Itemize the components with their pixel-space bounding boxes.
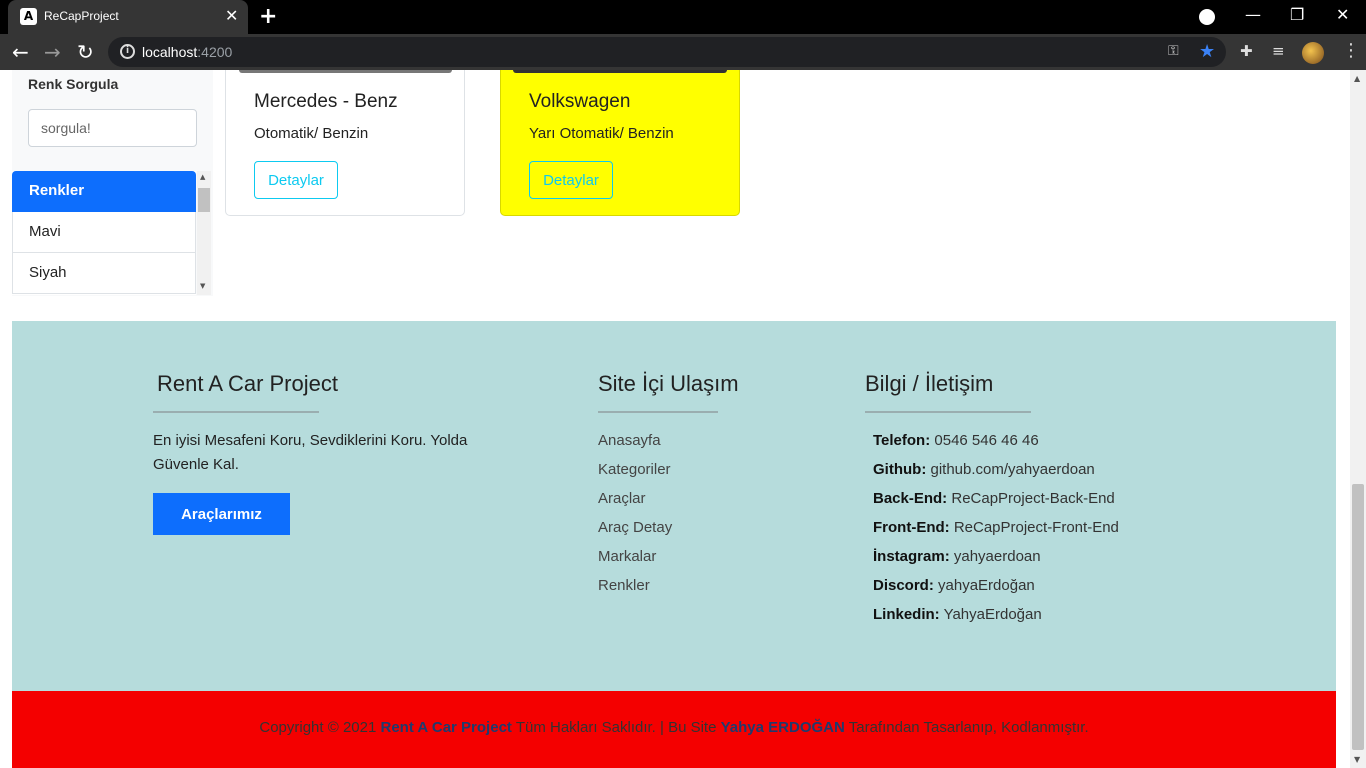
car-card: Volkswagen Yarı Otomatik/ Benzin Detayla… (500, 70, 740, 216)
key-icon[interactable]: ⚿ (1168, 43, 1179, 59)
angular-favicon-icon: A (20, 8, 37, 25)
info-instagram: İnstagram: yahyaerdoan (873, 548, 1041, 565)
footer-link-colors[interactable]: Renkler (598, 577, 650, 594)
vehicles-button[interactable]: Araçlarımız (153, 493, 290, 535)
about-heading: Rent A Car Project (157, 371, 338, 396)
menu-icon[interactable]: ⋮ (1342, 40, 1360, 61)
footer-link-categories[interactable]: Kategoriler (598, 461, 671, 478)
filter-title: Renk Sorgula (28, 76, 119, 92)
browser-toolbar: ← → ↻ i localhost:4200 ⚿ ★ ✚ ≡ ⋮ (0, 34, 1366, 70)
info-linkedin: Linkedin: YahyaErdoğan (873, 606, 1042, 623)
footer: Rent A Car Project En iyisi Mesafeni Kor… (12, 321, 1336, 691)
address-bar[interactable]: i localhost:4200 ⚿ ★ (108, 37, 1226, 67)
new-tab-icon[interactable]: + (259, 4, 277, 29)
list-header-renkler[interactable]: Renkler (12, 171, 196, 212)
footer-link-car-detail[interactable]: Araç Detay (598, 519, 672, 536)
color-search-input[interactable] (28, 109, 197, 147)
media-queue-icon[interactable]: ≡ (1272, 42, 1285, 60)
list-scroll-thumb[interactable] (198, 188, 210, 212)
list-scrollbar[interactable]: ▲ ▼ (197, 171, 211, 295)
tab-search-icon[interactable] (1199, 9, 1215, 25)
info-icon[interactable]: i (120, 44, 135, 59)
info-heading: Bilgi / İletişim (865, 371, 994, 396)
about-divider (153, 411, 319, 413)
avatar[interactable] (1302, 42, 1324, 64)
scroll-down-icon[interactable]: ▼ (200, 282, 205, 290)
info-divider (865, 411, 1031, 413)
browser-tabbar: A ReCapProject ✕ + — ❐ ✕ (0, 0, 1366, 34)
list-item[interactable]: Mavi (12, 212, 196, 253)
scroll-up-icon[interactable]: ▲ (1354, 74, 1360, 83)
tab-title: ReCapProject (44, 9, 119, 23)
page-scroll-thumb[interactable] (1352, 484, 1364, 750)
close-tab-icon[interactable]: ✕ (225, 6, 238, 25)
car-subtitle: Otomatik/ Benzin (254, 125, 369, 142)
car-card: Mercedes - Benz Otomatik/ Benzin Detayla… (225, 70, 465, 216)
info-phone: Telefon: 0546 546 46 46 (873, 432, 1039, 449)
car-image (239, 70, 452, 73)
car-title: Mercedes - Benz (254, 91, 398, 112)
list-item[interactable]: Siyah (12, 253, 196, 294)
close-window-icon[interactable]: ✕ (1336, 5, 1349, 24)
copyright-bar: Copyright © 2021 Rent A Car Project Tüm … (12, 691, 1336, 768)
nav-divider (598, 411, 718, 413)
car-image (513, 70, 727, 73)
info-backend: Back-End: ReCapProject-Back-End (873, 490, 1115, 507)
details-button[interactable]: Detaylar (529, 161, 613, 199)
bookmark-star-icon[interactable]: ★ (1199, 41, 1215, 62)
details-button[interactable]: Detaylar (254, 161, 338, 199)
scroll-up-icon[interactable]: ▲ (200, 173, 205, 181)
scroll-down-icon[interactable]: ▼ (1354, 755, 1360, 764)
back-icon[interactable]: ← (12, 40, 29, 64)
info-discord: Discord: yahyaErdoğan (873, 577, 1035, 594)
color-filter-panel: Renk Sorgula Renkler Mavi Siyah ▲ ▼ (12, 70, 213, 296)
copyright-text: Copyright © 2021 Rent A Car Project Tüm … (259, 719, 1089, 736)
footer-link-home[interactable]: Anasayfa (598, 432, 661, 449)
about-text: En iyisi Mesafeni Koru, Sevdiklerini Kor… (153, 432, 468, 473)
browser-tab[interactable]: A ReCapProject ✕ (8, 0, 248, 34)
color-list: Renkler Mavi Siyah (12, 171, 196, 295)
page-viewport: Renk Sorgula Renkler Mavi Siyah ▲ ▼ Merc… (0, 70, 1350, 768)
url-text[interactable]: localhost:4200 (142, 44, 232, 60)
restore-icon[interactable]: ❐ (1290, 5, 1304, 24)
page-scrollbar[interactable]: ▲ ▼ (1350, 70, 1366, 768)
car-subtitle: Yarı Otomatik/ Benzin (529, 125, 674, 142)
nav-heading: Site İçi Ulaşım (598, 371, 739, 396)
info-frontend: Front-End: ReCapProject-Front-End (873, 519, 1119, 536)
minimize-icon[interactable]: — (1245, 5, 1261, 24)
forward-icon[interactable]: → (44, 40, 61, 64)
info-github: Github: github.com/yahyaerdoan (873, 461, 1095, 478)
car-title: Volkswagen (529, 91, 631, 112)
footer-link-cars[interactable]: Araçlar (598, 490, 646, 507)
extensions-icon[interactable]: ✚ (1240, 42, 1253, 60)
footer-link-brands[interactable]: Markalar (598, 548, 656, 565)
reload-icon[interactable]: ↻ (77, 40, 94, 64)
